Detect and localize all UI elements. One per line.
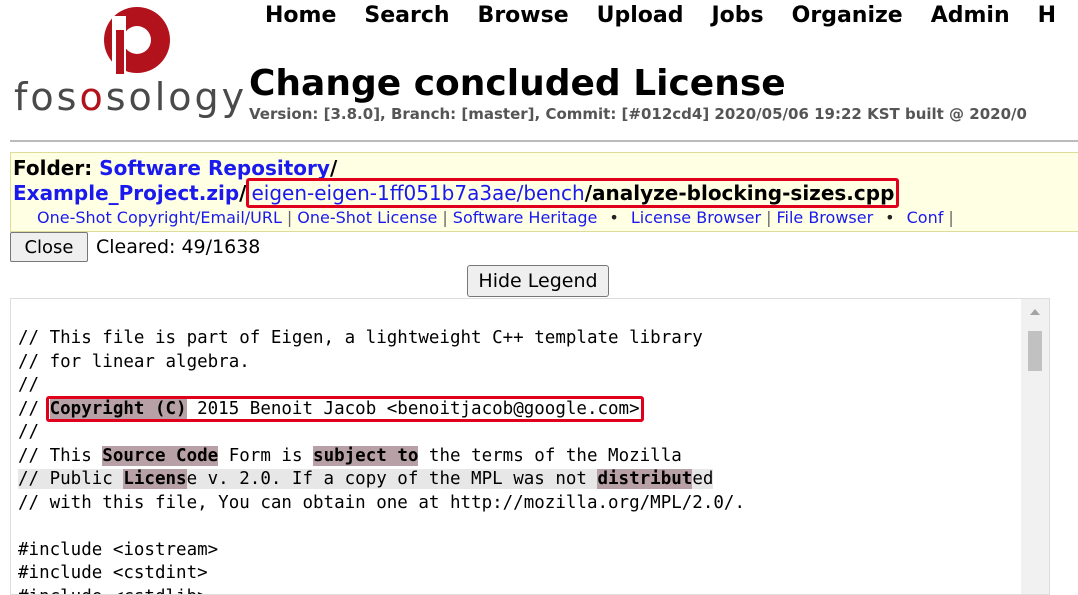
conf-link[interactable]: Conf	[907, 208, 944, 227]
breadcrumb-folder-link[interactable]: Software Repository	[99, 156, 330, 180]
one-shot-copyright-link[interactable]: One-Shot Copyright/Email/URL	[37, 208, 282, 227]
highlighted-path-annotation: eigen-eigen-1ff051b7a3ae/bench/analyze-b…	[246, 178, 900, 208]
fossology-logo-icon	[104, 7, 170, 74]
nav-home[interactable]: Home	[265, 2, 336, 30]
license-keyword-highlight[interactable]: subject to	[313, 445, 419, 466]
cleared-count: Cleared: 49/1638	[96, 236, 261, 258]
code-line: // This Source Code Form is subject to t…	[18, 445, 682, 466]
version-info: Version: [3.8.0], Branch: [master], Comm…	[249, 105, 1027, 123]
nav-search[interactable]: Search	[364, 2, 449, 30]
nav-jobs[interactable]: Jobs	[712, 2, 764, 30]
code-line: //	[18, 422, 40, 442]
source-viewer[interactable]: // This file is part of Eigen, a lightwe…	[10, 298, 1050, 595]
code-line: //	[18, 375, 40, 395]
source-code: // This file is part of Eigen, a lightwe…	[18, 327, 745, 595]
one-shot-license-link[interactable]: One-Shot License	[297, 208, 437, 227]
nav-upload[interactable]: Upload	[597, 2, 684, 30]
license-keyword-highlight[interactable]: Source Code	[102, 445, 219, 466]
code-line: #include <cstdint>	[18, 563, 208, 583]
nav-browse[interactable]: Browse	[478, 2, 569, 30]
code-line-copyright: // Copyright (C) 2015 Benoit Jacob <beno…	[18, 395, 644, 422]
page-title: Change concluded License	[249, 63, 786, 105]
license-keyword-highlight[interactable]: Licens	[123, 469, 187, 489]
code-line: // This file is part of Eigen, a lightwe…	[18, 328, 703, 348]
scrollbar-thumb[interactable]	[1028, 331, 1042, 371]
code-line: // with this file, You can obtain one at…	[18, 492, 745, 513]
top-navigation: Home Search Browse Upload Jobs Organize Admin H	[265, 2, 1078, 30]
scroll-up-arrow-icon[interactable]	[1030, 309, 1040, 315]
license-browser-link[interactable]: License Browser	[631, 208, 761, 227]
close-button[interactable]: Close	[10, 232, 88, 262]
tools-link-bar: One-Shot Copyright/Email/URL | One-Shot Li…	[37, 208, 954, 227]
code-line: // Public License v. 2.0. If a copy of t…	[18, 469, 714, 489]
breadcrumb-subdir-link[interactable]: eigen-eigen-1ff051b7a3ae/bench	[251, 181, 584, 205]
nav-organize[interactable]: Organize	[792, 2, 903, 30]
copyright-annotation-box: Copyright (C) 2015 Benoit Jacob <benoitj…	[45, 395, 644, 422]
code-line: // for linear algebra.	[18, 351, 250, 372]
logo-wordmark: fososology	[14, 75, 248, 119]
vertical-scrollbar[interactable]	[1021, 299, 1049, 594]
code-line: #include <iostream>	[18, 539, 219, 560]
software-heritage-link[interactable]: Software Heritage	[453, 208, 598, 227]
nav-help[interactable]: H	[1038, 2, 1056, 30]
logo-wordmark-o: o	[79, 75, 106, 119]
hide-legend-button[interactable]: Hide Legend	[467, 265, 609, 297]
copyright-keyword-highlight[interactable]: Copyright (C)	[49, 398, 187, 419]
breadcrumb-upload-link[interactable]: Example_Project.zip	[13, 181, 239, 205]
folder-label: Folder	[13, 156, 85, 180]
folder-path-panel: Folder: Software Repository/ Example_Pro…	[10, 152, 1078, 232]
breadcrumb-current-file: analyze-blocking-sizes.cpp	[592, 181, 895, 205]
code-line: #include <cstdlib>	[18, 587, 208, 595]
header-divider	[10, 140, 1078, 142]
fossology-logo[interactable]: fososology	[14, 4, 244, 122]
license-keyword-highlight[interactable]: distribut	[597, 469, 693, 489]
file-browser-link[interactable]: File Browser	[776, 208, 873, 227]
nav-admin[interactable]: Admin	[931, 2, 1010, 30]
breadcrumb-line-2: Example_Project.zip/eigen-eigen-1ff051b7…	[13, 178, 900, 208]
